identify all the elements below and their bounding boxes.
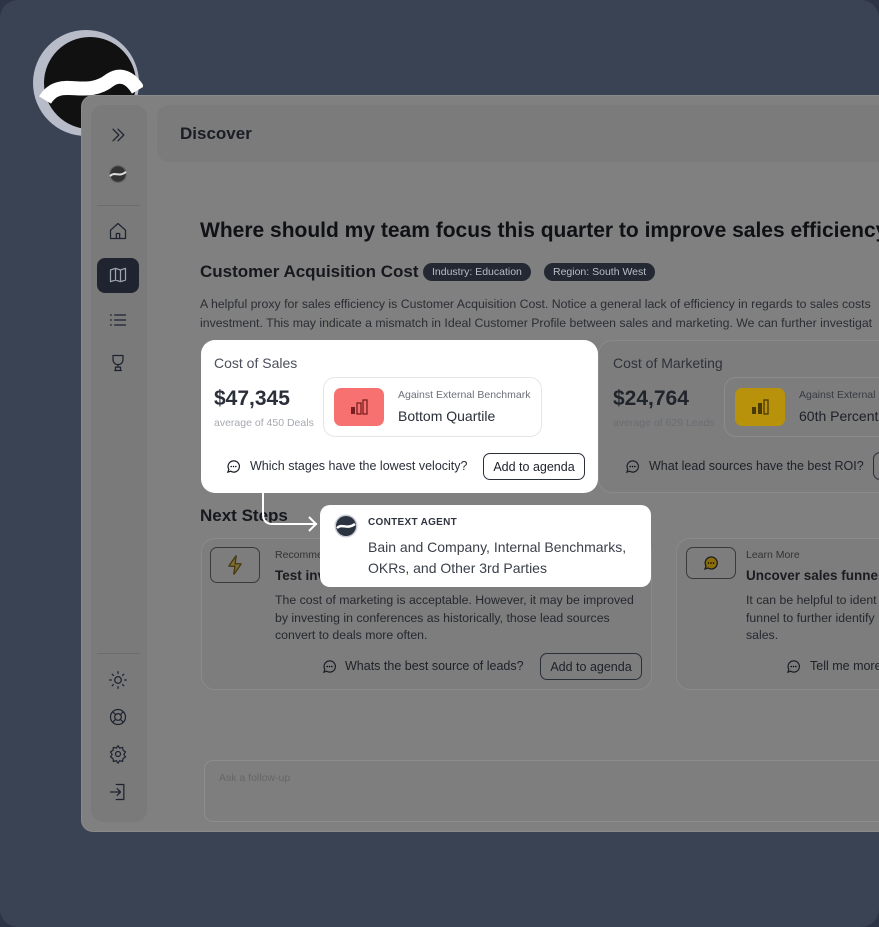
login-icon[interactable] bbox=[106, 780, 130, 804]
lifebuoy-icon[interactable] bbox=[106, 705, 130, 729]
description-line: investment. This may indicate a mismatch… bbox=[200, 316, 873, 330]
bar-chart-icon bbox=[735, 388, 785, 426]
chat-icon bbox=[786, 660, 800, 674]
chat-icon bbox=[625, 460, 639, 474]
bar-chart-icon bbox=[334, 388, 384, 426]
chat-bubble-icon bbox=[686, 547, 736, 579]
next-step-kicker: Learn More bbox=[746, 549, 800, 561]
logo-icon bbox=[106, 162, 130, 186]
next-step-body: The cost of marketing is acceptable. How… bbox=[275, 592, 634, 645]
page-title: Discover bbox=[180, 124, 252, 143]
trophy-icon[interactable] bbox=[106, 351, 130, 375]
list-icon[interactable] bbox=[106, 308, 130, 332]
description-line: A helpful proxy for sales efficiency is … bbox=[200, 297, 871, 311]
suggested-question[interactable]: Which stages have the lowest velocity? bbox=[250, 459, 467, 473]
chat-icon bbox=[226, 460, 240, 474]
metric-sub: average of 450 Deals bbox=[214, 417, 314, 429]
benchmark-value: Bottom Quartile bbox=[398, 408, 496, 424]
body-line: convert to deals more often. bbox=[275, 628, 428, 642]
metric-label: Cost of Marketing bbox=[613, 355, 723, 371]
section-title: Customer Acquisition Cost bbox=[200, 262, 419, 281]
sidebar-divider bbox=[97, 653, 140, 654]
next-step-title: Test inv bbox=[275, 568, 326, 583]
body-line: funnel to further identify bbox=[746, 610, 875, 625]
sidebar-divider bbox=[97, 205, 140, 206]
source-line: Bain and Company, Internal Benchmarks, bbox=[368, 539, 627, 555]
benchmark-label: Against External Benchmark bbox=[398, 389, 531, 401]
add-to-agenda-button[interactable]: Add to agenda bbox=[540, 653, 642, 680]
context-agent-sources: Bain and Company, Internal Benchmarks, O… bbox=[368, 537, 626, 579]
region-tag[interactable]: Region: South West bbox=[544, 263, 656, 281]
body-line: by investing in conferences as historica… bbox=[275, 610, 610, 625]
metric-sub: average of 629 Leads bbox=[613, 417, 715, 429]
suggested-question[interactable]: Whats the best source of leads? bbox=[345, 659, 524, 673]
chat-icon bbox=[322, 660, 336, 674]
sun-icon[interactable] bbox=[106, 668, 130, 692]
benchmark-label: Against External bbox=[799, 389, 876, 401]
add-to-agenda-button[interactable] bbox=[873, 452, 879, 480]
follow-up-placeholder: Ask a follow-up bbox=[219, 772, 291, 784]
source-line: OKRs, and Other 3rd Parties bbox=[368, 560, 547, 576]
industry-tag[interactable]: Industry: Education bbox=[423, 263, 531, 281]
metric-label: Cost of Sales bbox=[214, 355, 298, 371]
expand-icon[interactable] bbox=[106, 123, 130, 147]
lightning-icon bbox=[210, 547, 260, 583]
context-agent-avatar bbox=[334, 514, 358, 538]
context-agent-title: CONTEXT AGENT bbox=[368, 517, 458, 528]
body-line: sales. bbox=[746, 628, 779, 642]
suggested-question[interactable]: What lead sources have the best ROI? bbox=[649, 459, 864, 473]
follow-up-input[interactable]: Ask a follow-up bbox=[204, 760, 879, 822]
body-line: It can be helpful to ident bbox=[746, 593, 877, 607]
add-to-agenda-button[interactable]: Add to agenda bbox=[483, 453, 585, 480]
metric-amount: $47,345 bbox=[214, 387, 290, 410]
app-frame: Discover Where should my team focus this… bbox=[0, 0, 879, 927]
connector-arrow bbox=[262, 492, 318, 532]
next-step-body: It can be helpful to ident funnel to fur… bbox=[746, 592, 877, 645]
benchmark-value: 60th Percent bbox=[799, 408, 879, 424]
body-line: The cost of marketing is acceptable. How… bbox=[275, 593, 634, 607]
next-step-title: Uncover sales funnel bbox=[746, 568, 879, 583]
home-icon[interactable] bbox=[106, 219, 130, 243]
question-heading: Where should my team focus this quarter … bbox=[200, 219, 879, 242]
metric-amount: $24,764 bbox=[613, 387, 689, 410]
page-header: Discover bbox=[157, 105, 879, 162]
map-icon[interactable] bbox=[106, 263, 130, 287]
suggested-question[interactable]: Tell me more bbox=[810, 659, 879, 673]
next-step-kicker: Recomme bbox=[275, 549, 323, 561]
description: A helpful proxy for sales efficiency is … bbox=[200, 295, 872, 333]
gear-icon[interactable] bbox=[106, 742, 130, 766]
